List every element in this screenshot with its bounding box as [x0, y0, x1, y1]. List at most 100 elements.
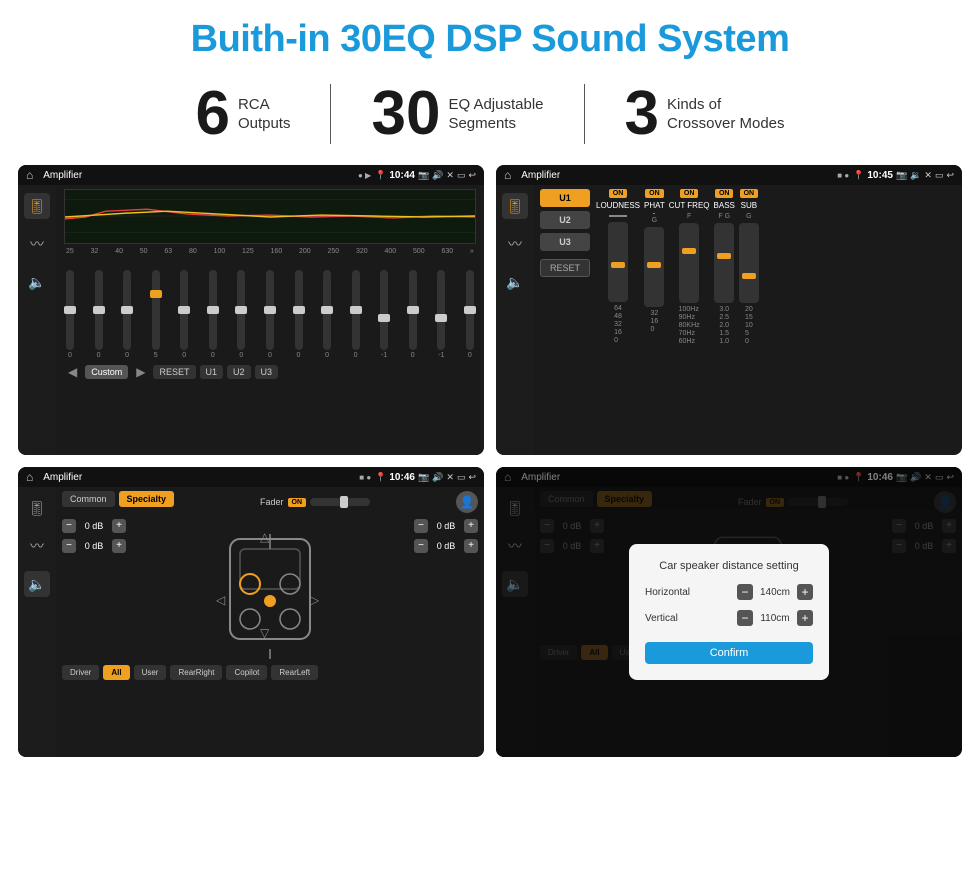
amp-control-cols: ON LOUDNESS 64 48 32 16 0: [596, 189, 956, 345]
all-btn[interactable]: All: [103, 665, 129, 680]
speaker-side-icon-3[interactable]: 🔈: [24, 571, 50, 597]
home-icon-1[interactable]: ⌂: [26, 168, 33, 182]
eq-reset-btn[interactable]: RESET: [153, 365, 195, 379]
eq-slider-4[interactable]: 0: [180, 270, 188, 359]
eq-slider-9[interactable]: 0: [323, 270, 331, 359]
back-icon-2[interactable]: ↩: [946, 170, 954, 181]
wave-side-icon[interactable]: 〰: [24, 231, 50, 257]
left-speaker-controls: − 0 dB + − 0 dB +: [62, 519, 126, 659]
bass-slider[interactable]: [714, 223, 734, 303]
home-icon-2[interactable]: ⌂: [504, 168, 511, 182]
stat-number-rca: 6: [195, 83, 229, 145]
amp-loudness-col: ON LOUDNESS 64 48 32 16 0: [596, 189, 640, 345]
speaker-bl-plus[interactable]: +: [112, 539, 126, 553]
specialty-tab[interactable]: Specialty: [119, 491, 175, 507]
speaker-tl-plus[interactable]: +: [112, 519, 126, 533]
eq-slider-3[interactable]: 5: [152, 270, 160, 359]
eq-slider-10[interactable]: 0: [352, 270, 360, 359]
screen1-dots: ● ▶: [358, 171, 371, 180]
fader-slider[interactable]: [310, 498, 370, 506]
speaker-row-br: − 0 dB +: [414, 539, 478, 553]
freq-63: 63: [164, 248, 172, 255]
speaker-side-icon-2[interactable]: 🔈: [502, 269, 528, 295]
loudness-label: LOUDNESS: [596, 201, 640, 210]
back-icon-1[interactable]: ↩: [468, 170, 476, 181]
eq-slider-11[interactable]: -1: [380, 270, 388, 359]
screen-crossover-dialog: ⌂ Amplifier ■ ● 📍 10:46 📷 🔊 ✕ ▭ ↩ 🎚 〰 🔈: [496, 467, 962, 757]
amp-reset-btn[interactable]: RESET: [540, 259, 590, 277]
eq-custom-btn[interactable]: Custom: [85, 365, 128, 379]
stat-eq: 30 EQ AdjustableSegments: [331, 83, 583, 145]
speaker-side-icon[interactable]: 🔈: [24, 269, 50, 295]
back-icon-3[interactable]: ↩: [468, 472, 476, 483]
speaker-tr-minus[interactable]: −: [414, 519, 428, 533]
sub-slider[interactable]: [739, 223, 759, 303]
svg-text:△: △: [260, 530, 270, 544]
wave-side-icon-3[interactable]: 〰: [24, 533, 50, 559]
freq-40: 40: [115, 248, 123, 255]
eq-next-btn[interactable]: ▶: [132, 363, 149, 381]
eq-slider-2[interactable]: 0: [123, 270, 131, 359]
volume-icon-2: 🔉: [910, 170, 921, 181]
driver-btn[interactable]: Driver: [62, 665, 99, 680]
horizontal-minus-btn[interactable]: −: [737, 584, 753, 600]
vertical-plus-btn[interactable]: +: [797, 610, 813, 626]
speaker-bl-minus[interactable]: −: [62, 539, 76, 553]
dialog-overlay: Car speaker distance setting Horizontal …: [496, 467, 962, 757]
freq-nav: »: [470, 248, 474, 255]
eq-side-icon-2[interactable]: 🎚: [502, 193, 528, 219]
eq-side-icon[interactable]: 🎚: [24, 193, 50, 219]
speaker-tr-plus[interactable]: +: [464, 519, 478, 533]
eq-u3-btn[interactable]: U3: [255, 365, 279, 379]
sub-on-badge: ON: [740, 189, 759, 198]
copilot-btn[interactable]: Copilot: [226, 665, 267, 680]
user-icon-3[interactable]: 👤: [456, 491, 478, 513]
screen2-title: Amplifier: [521, 170, 833, 181]
vertical-minus-btn[interactable]: −: [737, 610, 753, 626]
user-btn[interactable]: User: [134, 665, 167, 680]
crossover-tabs: Common Specialty: [62, 491, 174, 507]
stat-crossover: 3 Kinds ofCrossover Modes: [585, 83, 825, 145]
rearleft-btn[interactable]: RearLeft: [271, 665, 318, 680]
phat-slider[interactable]: [644, 227, 664, 307]
eq-prev-btn[interactable]: ◀: [64, 363, 81, 381]
status-bar-1: ⌂ Amplifier ● ▶ 📍 10:44 📷 🔊 ✕ ▭ ↩: [18, 165, 484, 185]
loudness-slider[interactable]: [608, 222, 628, 302]
confirm-button[interactable]: Confirm: [645, 642, 813, 664]
eq-slider-1[interactable]: 0: [95, 270, 103, 359]
eq-slider-13[interactable]: -1: [437, 270, 445, 359]
home-icon-3[interactable]: ⌂: [26, 470, 33, 484]
page-title: Buith-in 30EQ DSP Sound System: [0, 0, 980, 71]
speaker-tl-minus[interactable]: −: [62, 519, 76, 533]
location-icon-1: 📍: [375, 170, 386, 181]
eq-slider-12[interactable]: 0: [409, 270, 417, 359]
speaker-br-plus[interactable]: +: [464, 539, 478, 553]
eq-freq-labels: 25 32 40 50 63 80 100 125 160 200 250 32…: [64, 248, 476, 255]
cutfreq-slider[interactable]: [679, 223, 699, 303]
eq-slider-6[interactable]: 0: [237, 270, 245, 359]
screen3-title: Amplifier: [43, 472, 355, 483]
eq-slider-5[interactable]: 0: [209, 270, 217, 359]
cutfreq-on-badge: ON: [680, 189, 699, 198]
location-icon-3: 📍: [375, 472, 386, 483]
common-tab[interactable]: Common: [62, 491, 115, 507]
speaker-br-minus[interactable]: −: [414, 539, 428, 553]
eq-slider-0[interactable]: 0: [66, 270, 74, 359]
eq-u1-btn[interactable]: U1: [200, 365, 224, 379]
eq-u2-btn[interactable]: U2: [227, 365, 251, 379]
wave-side-icon-2[interactable]: 〰: [502, 231, 528, 257]
phat-label: PHAT: [644, 201, 665, 210]
freq-630: 630: [441, 248, 453, 255]
eq-slider-14[interactable]: 0: [466, 270, 474, 359]
camera-icon-3: 📷: [418, 472, 429, 483]
eq-slider-7[interactable]: 0: [266, 270, 274, 359]
phat-on-badge: ON: [645, 189, 664, 198]
eq-side-icon-3[interactable]: 🎚: [24, 495, 50, 521]
amp-u1-btn[interactable]: U1: [540, 189, 590, 207]
freq-500: 500: [413, 248, 425, 255]
amp-u2-btn[interactable]: U2: [540, 211, 590, 229]
horizontal-plus-btn[interactable]: +: [797, 584, 813, 600]
eq-slider-8[interactable]: 0: [295, 270, 303, 359]
rearright-btn[interactable]: RearRight: [170, 665, 222, 680]
amp-u3-btn[interactable]: U3: [540, 233, 590, 251]
